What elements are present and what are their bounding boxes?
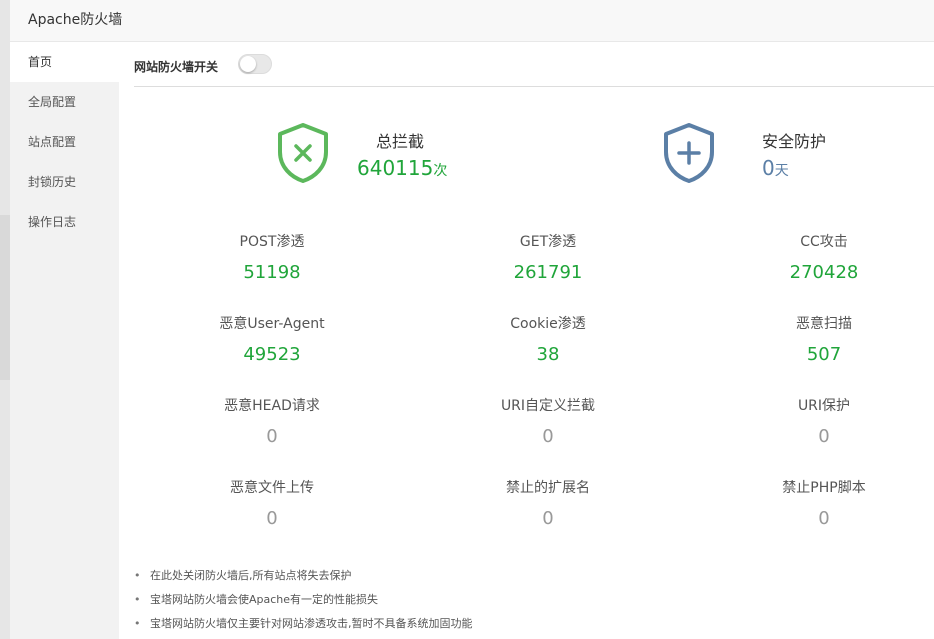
sidebar-item-site-config[interactable]: 站点配置 bbox=[10, 122, 119, 162]
shield-plus-icon bbox=[664, 123, 714, 183]
stat-cookie-injection: Cookie渗透 38 bbox=[448, 314, 648, 366]
stat-post-injection: POST渗透 51198 bbox=[172, 232, 372, 284]
stat-value: 0 bbox=[266, 508, 278, 529]
firewall-switch-row: 网站防火墙开关 bbox=[134, 42, 934, 87]
sidebar: 首页 全局配置 站点配置 封锁历史 操作日志 bbox=[10, 42, 119, 639]
stat-label: 禁止PHP脚本 bbox=[782, 480, 866, 496]
note-item: 宝塔网站防火墙会使Apache有一定的性能损失 bbox=[134, 588, 934, 612]
safe-days-label: 安全防护 bbox=[762, 132, 827, 151]
sidebar-item-home[interactable]: 首页 bbox=[10, 42, 119, 82]
total-block-count: 640115 bbox=[357, 156, 434, 180]
firewall-switch-label: 网站防火墙开关 bbox=[134, 60, 219, 74]
stat-forbidden-php-script: 禁止PHP脚本 0 bbox=[724, 478, 924, 530]
stat-label: 恶意文件上传 bbox=[230, 480, 314, 496]
stat-label: 恶意User-Agent bbox=[219, 316, 325, 332]
stat-malicious-user-agent: 恶意User-Agent 49523 bbox=[172, 314, 372, 366]
stat-label: URI保护 bbox=[797, 398, 851, 414]
dialog-title: Apache防火墙 bbox=[28, 12, 123, 28]
total-block-value: 640115次 bbox=[357, 156, 447, 180]
note-item: 在此处关闭防火墙后,所有站点将失去保护 bbox=[134, 564, 934, 588]
stat-label: 恶意扫描 bbox=[796, 316, 852, 332]
stat-value: 51198 bbox=[243, 262, 301, 283]
note-item: 宝塔网站防火墙仅主要针对网站渗透攻击,暂时不具备系统加固功能 bbox=[134, 612, 934, 636]
stat-label: POST渗透 bbox=[239, 234, 305, 250]
sidebar-item-operation-log[interactable]: 操作日志 bbox=[10, 202, 119, 242]
stat-value: 507 bbox=[806, 344, 842, 365]
stat-value: 49523 bbox=[243, 344, 301, 365]
toggle-knob bbox=[240, 56, 256, 72]
stat-value: 0 bbox=[818, 508, 830, 529]
dialog-titlebar: Apache防火墙 bbox=[10, 0, 934, 42]
stat-uri-protection: URI保护 0 bbox=[724, 396, 924, 448]
stat-forbidden-extension: 禁止的扩展名 0 bbox=[448, 478, 648, 530]
safe-days-unit: 天 bbox=[774, 163, 789, 179]
stat-label: Cookie渗透 bbox=[510, 316, 586, 332]
total-block-summary: 总拦截 640115次 bbox=[276, 122, 536, 192]
main-content: 网站防火墙开关 总拦截 640115次 安全防护 0天 POST渗透 51198 bbox=[134, 42, 934, 639]
stat-malicious-file-upload: 恶意文件上传 0 bbox=[172, 478, 372, 530]
safe-days-value: 0天 bbox=[762, 156, 789, 180]
stat-cc-attack: CC攻击 270428 bbox=[724, 232, 924, 284]
stat-get-injection: GET渗透 261791 bbox=[448, 232, 648, 284]
background-page bbox=[0, 0, 10, 639]
safe-days-summary: 安全防护 0天 bbox=[662, 122, 922, 192]
stat-label: URI自定义拦截 bbox=[500, 398, 596, 414]
firewall-toggle[interactable] bbox=[238, 54, 272, 74]
stat-value: 261791 bbox=[513, 262, 583, 283]
stat-label: 恶意HEAD请求 bbox=[224, 398, 320, 414]
safe-days-count: 0 bbox=[762, 156, 775, 180]
sidebar-item-block-history[interactable]: 封锁历史 bbox=[10, 162, 119, 202]
stat-value: 0 bbox=[542, 508, 554, 529]
stat-label: GET渗透 bbox=[519, 234, 577, 250]
notes-list: 在此处关闭防火墙后,所有站点将失去保护 宝塔网站防火墙会使Apache有一定的性… bbox=[134, 564, 934, 636]
stat-label: 禁止的扩展名 bbox=[506, 480, 590, 496]
sidebar-item-global-config[interactable]: 全局配置 bbox=[10, 82, 119, 122]
stat-value: 0 bbox=[818, 426, 830, 447]
stat-malicious-head-request: 恶意HEAD请求 0 bbox=[172, 396, 372, 448]
stat-value: 0 bbox=[266, 426, 278, 447]
total-block-label: 总拦截 bbox=[376, 132, 425, 151]
stat-value: 0 bbox=[542, 426, 554, 447]
stat-value: 38 bbox=[536, 344, 560, 365]
firewall-dialog: Apache防火墙 首页 全局配置 站点配置 封锁历史 操作日志 网站防火墙开关… bbox=[10, 0, 934, 639]
shield-x-icon bbox=[278, 123, 328, 183]
stat-malicious-scan: 恶意扫描 507 bbox=[724, 314, 924, 366]
stat-value: 270428 bbox=[789, 262, 859, 283]
total-block-unit: 次 bbox=[433, 163, 448, 179]
stat-uri-custom-block: URI自定义拦截 0 bbox=[448, 396, 648, 448]
stat-label: CC攻击 bbox=[800, 234, 848, 250]
background-panel bbox=[0, 215, 10, 380]
